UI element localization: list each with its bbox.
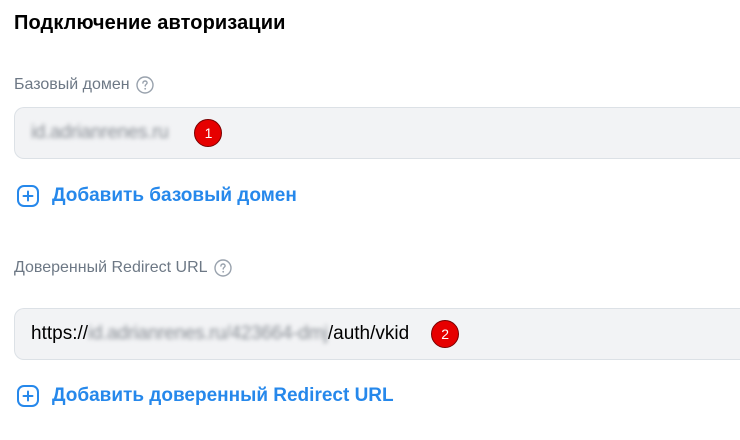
redirect-url-label-row: Доверенный Redirect URL — [14, 259, 232, 277]
redirect-url-input[interactable]: https:// id.adrianrenes.ru/423664-dmj /a… — [14, 308, 740, 360]
auth-settings-panel: Подключение авторизации Базовый домен id… — [0, 0, 740, 440]
help-icon[interactable] — [213, 259, 232, 277]
base-domain-label: Базовый домен — [14, 76, 130, 93]
annotation-badge-1: 1 — [194, 119, 223, 147]
add-redirect-url-button[interactable]: Добавить доверенный Redirect URL — [16, 384, 394, 408]
redirect-url-suffix: /auth/vkid — [327, 323, 410, 344]
redirect-url-value: id.adrianrenes.ru/423664-dmj — [88, 323, 328, 344]
add-square-icon — [16, 184, 40, 208]
base-domain-label-row: Базовый домен — [14, 76, 154, 94]
section-title: Подключение авторизации — [14, 12, 286, 34]
base-domain-input[interactable]: id.adrianrenes.ru 1 — [14, 107, 740, 159]
annotation-badge-2: 2 — [431, 320, 460, 348]
help-icon[interactable] — [135, 76, 154, 94]
add-square-icon — [16, 384, 40, 408]
add-base-domain-label: Добавить базовый домен — [52, 185, 297, 206]
redirect-url-label: Доверенный Redirect URL — [14, 259, 208, 276]
add-redirect-url-label: Добавить доверенный Redirect URL — [52, 385, 394, 406]
add-base-domain-button[interactable]: Добавить базовый домен — [16, 184, 297, 208]
redirect-url-prefix: https:// — [31, 323, 89, 344]
base-domain-value: id.adrianrenes.ru — [31, 122, 169, 143]
